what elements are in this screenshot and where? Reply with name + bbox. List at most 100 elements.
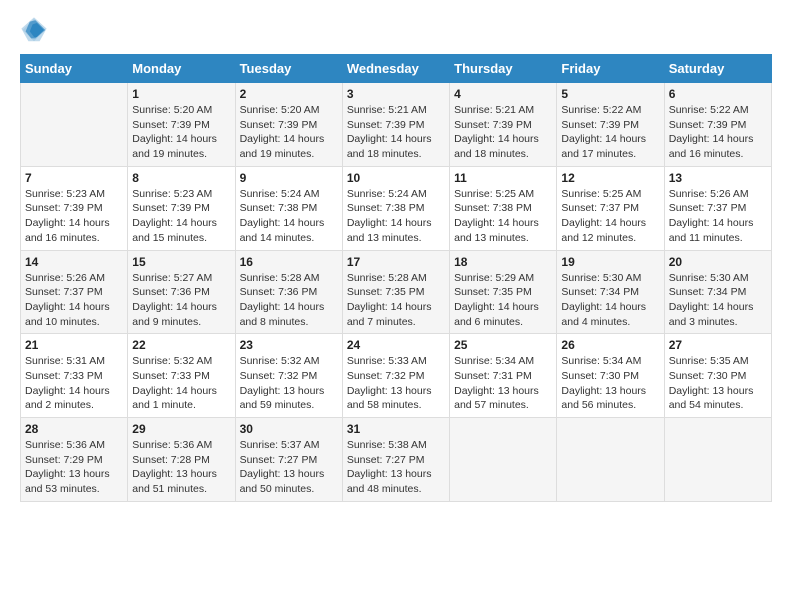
calendar-cell: 30 Sunrise: 5:37 AM Sunset: 7:27 PM Dayli… xyxy=(235,418,342,502)
day-info: Sunrise: 5:22 AM Sunset: 7:39 PM Dayligh… xyxy=(669,103,767,162)
calendar-cell: 26 Sunrise: 5:34 AM Sunset: 7:30 PM Dayli… xyxy=(557,334,664,418)
calendar-cell: 2 Sunrise: 5:20 AM Sunset: 7:39 PM Daylig… xyxy=(235,83,342,167)
day-number: 29 xyxy=(132,422,230,436)
calendar-cell: 4 Sunrise: 5:21 AM Sunset: 7:39 PM Daylig… xyxy=(450,83,557,167)
calendar-cell: 24Sunrise: 5:33 AM Sunset: 7:32 PM Dayli… xyxy=(342,334,449,418)
calendar-cell: 15Sunrise: 5:27 AM Sunset: 7:36 PM Dayli… xyxy=(128,250,235,334)
calendar-cell: 16Sunrise: 5:28 AM Sunset: 7:36 PM Dayli… xyxy=(235,250,342,334)
day-number: 23 xyxy=(240,338,338,352)
day-number: 5 xyxy=(561,87,659,101)
day-info: Sunrise: 5:21 AM Sunset: 7:39 PM Dayligh… xyxy=(347,103,445,162)
day-number: 10 xyxy=(347,171,445,185)
day-info: Sunrise: 5:28 AM Sunset: 7:35 PM Dayligh… xyxy=(347,271,445,330)
calendar-cell: 21 Sunrise: 5:31 AM Sunset: 7:33 PM Dayli… xyxy=(21,334,128,418)
calendar-table: SundayMondayTuesdayWednesdayThursdayFrid… xyxy=(20,54,772,502)
day-number: 8 xyxy=(132,171,230,185)
day-number: 6 xyxy=(669,87,767,101)
calendar-cell: 1 Sunrise: 5:20 AM Sunset: 7:39 PM Daylig… xyxy=(128,83,235,167)
calendar-cell: 23 Sunrise: 5:32 AM Sunset: 7:32 PM Dayli… xyxy=(235,334,342,418)
day-number: 31 xyxy=(347,422,445,436)
day-info: Sunrise: 5:24 AM Sunset: 7:38 PM Dayligh… xyxy=(347,187,445,246)
day-info: Sunrise: 5:30 AM Sunset: 7:34 PM Dayligh… xyxy=(561,271,659,330)
calendar-cell: 3 Sunrise: 5:21 AM Sunset: 7:39 PM Daylig… xyxy=(342,83,449,167)
weekday-header-wednesday: Wednesday xyxy=(342,55,449,83)
calendar-cell: 27 Sunrise: 5:35 AM Sunset: 7:30 PM Dayli… xyxy=(664,334,771,418)
calendar-cell xyxy=(450,418,557,502)
calendar-cell xyxy=(557,418,664,502)
calendar-cell: 6 Sunrise: 5:22 AM Sunset: 7:39 PM Daylig… xyxy=(664,83,771,167)
weekday-header-thursday: Thursday xyxy=(450,55,557,83)
calendar-cell: 9Sunrise: 5:24 AM Sunset: 7:38 PM Daylig… xyxy=(235,166,342,250)
logo-icon xyxy=(20,16,48,44)
calendar-week-row: 14 Sunrise: 5:26 AM Sunset: 7:37 PM Dayli… xyxy=(21,250,772,334)
day-number: 14 xyxy=(25,255,123,269)
day-info: Sunrise: 5:32 AM Sunset: 7:32 PM Dayligh… xyxy=(240,354,338,413)
day-number: 25 xyxy=(454,338,552,352)
day-info: Sunrise: 5:20 AM Sunset: 7:39 PM Dayligh… xyxy=(132,103,230,162)
calendar-cell: 20 Sunrise: 5:30 AM Sunset: 7:34 PM Dayli… xyxy=(664,250,771,334)
calendar-cell: 8 Sunrise: 5:23 AM Sunset: 7:39 PM Daylig… xyxy=(128,166,235,250)
calendar-week-row: 21 Sunrise: 5:31 AM Sunset: 7:33 PM Dayli… xyxy=(21,334,772,418)
weekday-header-saturday: Saturday xyxy=(664,55,771,83)
day-info: Sunrise: 5:34 AM Sunset: 7:31 PM Dayligh… xyxy=(454,354,552,413)
day-info: Sunrise: 5:30 AM Sunset: 7:34 PM Dayligh… xyxy=(669,271,767,330)
day-info: Sunrise: 5:26 AM Sunset: 7:37 PM Dayligh… xyxy=(25,271,123,330)
calendar-cell: 5 Sunrise: 5:22 AM Sunset: 7:39 PM Daylig… xyxy=(557,83,664,167)
calendar-cell: 14 Sunrise: 5:26 AM Sunset: 7:37 PM Dayli… xyxy=(21,250,128,334)
day-number: 19 xyxy=(561,255,659,269)
day-info: Sunrise: 5:21 AM Sunset: 7:39 PM Dayligh… xyxy=(454,103,552,162)
weekday-header-sunday: Sunday xyxy=(21,55,128,83)
day-number: 3 xyxy=(347,87,445,101)
day-number: 26 xyxy=(561,338,659,352)
day-info: Sunrise: 5:35 AM Sunset: 7:30 PM Dayligh… xyxy=(669,354,767,413)
day-info: Sunrise: 5:26 AM Sunset: 7:37 PM Dayligh… xyxy=(669,187,767,246)
day-info: Sunrise: 5:28 AM Sunset: 7:36 PM Dayligh… xyxy=(240,271,338,330)
day-info: Sunrise: 5:23 AM Sunset: 7:39 PM Dayligh… xyxy=(25,187,123,246)
calendar-cell: 11Sunrise: 5:25 AM Sunset: 7:38 PM Dayli… xyxy=(450,166,557,250)
day-number: 20 xyxy=(669,255,767,269)
day-info: Sunrise: 5:32 AM Sunset: 7:33 PM Dayligh… xyxy=(132,354,230,413)
day-info: Sunrise: 5:22 AM Sunset: 7:39 PM Dayligh… xyxy=(561,103,659,162)
day-number: 15 xyxy=(132,255,230,269)
day-number: 17 xyxy=(347,255,445,269)
day-number: 18 xyxy=(454,255,552,269)
calendar-cell: 10 Sunrise: 5:24 AM Sunset: 7:38 PM Dayli… xyxy=(342,166,449,250)
day-number: 7 xyxy=(25,171,123,185)
calendar-week-row: 1 Sunrise: 5:20 AM Sunset: 7:39 PM Daylig… xyxy=(21,83,772,167)
calendar-cell: 29 Sunrise: 5:36 AM Sunset: 7:28 PM Dayli… xyxy=(128,418,235,502)
day-info: Sunrise: 5:36 AM Sunset: 7:29 PM Dayligh… xyxy=(25,438,123,497)
day-info: Sunrise: 5:38 AM Sunset: 7:27 PM Dayligh… xyxy=(347,438,445,497)
day-number: 4 xyxy=(454,87,552,101)
day-info: Sunrise: 5:34 AM Sunset: 7:30 PM Dayligh… xyxy=(561,354,659,413)
calendar-cell: 22 Sunrise: 5:32 AM Sunset: 7:33 PM Dayli… xyxy=(128,334,235,418)
day-info: Sunrise: 5:23 AM Sunset: 7:39 PM Dayligh… xyxy=(132,187,230,246)
day-number: 12 xyxy=(561,171,659,185)
day-number: 22 xyxy=(132,338,230,352)
day-number: 24 xyxy=(347,338,445,352)
day-info: Sunrise: 5:37 AM Sunset: 7:27 PM Dayligh… xyxy=(240,438,338,497)
day-info: Sunrise: 5:36 AM Sunset: 7:28 PM Dayligh… xyxy=(132,438,230,497)
weekday-header-row: SundayMondayTuesdayWednesdayThursdayFrid… xyxy=(21,55,772,83)
day-number: 27 xyxy=(669,338,767,352)
calendar-cell: 12 Sunrise: 5:25 AM Sunset: 7:37 PM Dayli… xyxy=(557,166,664,250)
calendar-cell: 18Sunrise: 5:29 AM Sunset: 7:35 PM Dayli… xyxy=(450,250,557,334)
day-number: 1 xyxy=(132,87,230,101)
day-number: 21 xyxy=(25,338,123,352)
calendar-week-row: 28 Sunrise: 5:36 AM Sunset: 7:29 PM Dayli… xyxy=(21,418,772,502)
calendar-cell: 13 Sunrise: 5:26 AM Sunset: 7:37 PM Dayli… xyxy=(664,166,771,250)
logo xyxy=(20,16,52,44)
day-info: Sunrise: 5:25 AM Sunset: 7:37 PM Dayligh… xyxy=(561,187,659,246)
calendar-cell: 25 Sunrise: 5:34 AM Sunset: 7:31 PM Dayli… xyxy=(450,334,557,418)
day-number: 13 xyxy=(669,171,767,185)
day-number: 30 xyxy=(240,422,338,436)
calendar-cell: 7 Sunrise: 5:23 AM Sunset: 7:39 PM Daylig… xyxy=(21,166,128,250)
calendar-cell: 31 Sunrise: 5:38 AM Sunset: 7:27 PM Dayli… xyxy=(342,418,449,502)
weekday-header-friday: Friday xyxy=(557,55,664,83)
day-info: Sunrise: 5:20 AM Sunset: 7:39 PM Dayligh… xyxy=(240,103,338,162)
day-info: Sunrise: 5:24 AM Sunset: 7:38 PM Dayligh… xyxy=(240,187,338,246)
day-info: Sunrise: 5:31 AM Sunset: 7:33 PM Dayligh… xyxy=(25,354,123,413)
day-number: 28 xyxy=(25,422,123,436)
weekday-header-tuesday: Tuesday xyxy=(235,55,342,83)
calendar-cell xyxy=(664,418,771,502)
day-number: 2 xyxy=(240,87,338,101)
